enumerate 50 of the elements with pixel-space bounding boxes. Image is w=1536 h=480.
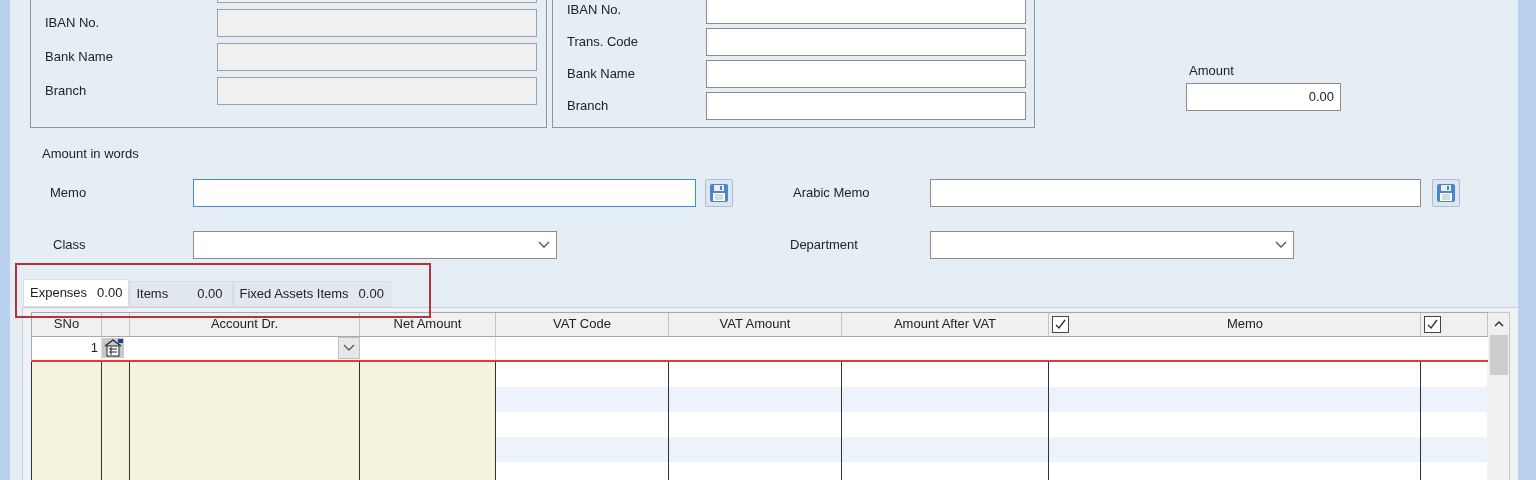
field-label: IBAN No.	[567, 2, 622, 18]
field-label: Memo	[50, 184, 87, 200]
memo-field[interactable]	[193, 178, 696, 207]
field-label: IBAN No.	[45, 15, 100, 31]
dropdown-button[interactable]	[338, 337, 360, 359]
text-field[interactable]	[706, 60, 1026, 88]
text-field[interactable]	[706, 0, 1026, 24]
field-label: Amount in words	[42, 145, 139, 163]
field-label: Class	[53, 236, 86, 252]
column-header[interactable]: Account Dr.	[130, 312, 360, 336]
column-header[interactable]	[1421, 312, 1488, 336]
text-field[interactable]	[706, 28, 1026, 56]
field-label: Trans. Code	[567, 34, 639, 50]
table-cell	[101, 361, 129, 387]
caret-icon	[343, 344, 355, 352]
dropdown-field[interactable]	[193, 230, 557, 259]
table-cell	[1420, 386, 1487, 412]
dropdown-field[interactable]	[930, 230, 1294, 259]
field-label: Bank Name	[567, 66, 635, 82]
scrollbar[interactable]	[1488, 311, 1510, 480]
caret-icon	[538, 240, 550, 249]
tab[interactable]: Fixed Assets Items 0.00	[232, 280, 391, 307]
field-label: Arabic Memo	[793, 184, 870, 200]
column-header[interactable]: Net Amount	[360, 312, 496, 336]
field-label: Branch	[567, 98, 609, 114]
table-cell	[1420, 436, 1487, 462]
field-label: Department	[790, 236, 858, 252]
memo-field[interactable]	[930, 178, 1421, 207]
column-header[interactable]: VAT Code	[496, 312, 669, 336]
tab[interactable]: Items 0.00	[129, 280, 233, 307]
save-button[interactable]	[705, 178, 733, 207]
checkbox[interactable]	[1052, 315, 1069, 333]
form-icon[interactable]	[102, 338, 124, 358]
scroll-thumb[interactable]	[1489, 334, 1508, 375]
field-label: Amount	[1189, 62, 1235, 80]
field-label: Branch	[45, 83, 87, 99]
table-cell	[31, 361, 101, 387]
scroll-up-icon[interactable]	[1493, 320, 1504, 327]
caret-icon	[1275, 240, 1287, 249]
column-header[interactable]: VAT Amount	[669, 312, 842, 336]
column-header[interactable]: Memo	[1049, 312, 1421, 336]
save-button[interactable]	[1432, 178, 1460, 207]
tab[interactable]: Expenses 0.00	[23, 278, 130, 307]
checkbox[interactable]	[1424, 315, 1441, 333]
column-header[interactable]: Amount After VAT	[842, 312, 1049, 336]
column-header[interactable]: SNo	[32, 312, 102, 336]
amount-field[interactable]: 0.00	[1186, 82, 1341, 111]
field-label: Bank Name	[45, 49, 113, 65]
text-field[interactable]	[706, 92, 1026, 120]
table-cell	[1420, 411, 1487, 437]
